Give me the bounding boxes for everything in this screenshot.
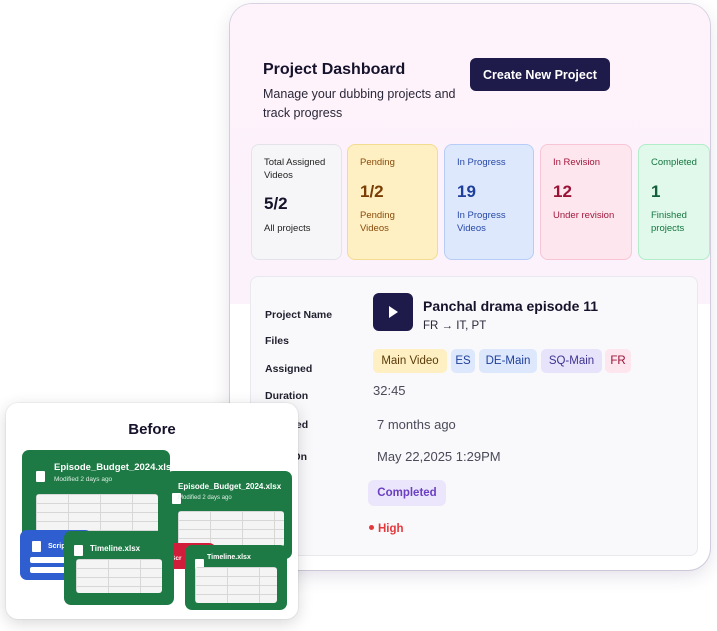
file-modified: Modified 2 days ago bbox=[54, 476, 113, 483]
timeline-file-card: Timeline.xlsx bbox=[185, 545, 287, 610]
stat-label: In Progress bbox=[457, 157, 506, 168]
file-icon bbox=[32, 541, 41, 552]
file-name: Timeline.xlsx bbox=[90, 544, 141, 553]
project-languages: FR → IT, PT bbox=[423, 320, 487, 332]
priority-dot-icon bbox=[369, 525, 374, 530]
label-files: Files bbox=[265, 335, 289, 347]
stat-card-pending[interactable]: Pending 1/2 Pending Videos bbox=[347, 144, 438, 260]
priority-value: High bbox=[378, 523, 404, 535]
project-name: Panchal drama episode 11 bbox=[423, 298, 599, 314]
spreadsheet-grid bbox=[195, 567, 277, 603]
file-icon bbox=[36, 471, 45, 482]
stat-card-completed[interactable]: Completed 1 Finished projects bbox=[638, 144, 710, 260]
stat-label: Pending bbox=[360, 157, 395, 168]
modified-value: 7 months ago bbox=[377, 417, 456, 432]
page-subtitle: Manage your dubbing projects and track p… bbox=[263, 87, 456, 120]
stat-desc: Pending Videos bbox=[360, 210, 395, 234]
dashboard-card: Project Dashboard Manage your dubbing pr… bbox=[230, 4, 710, 570]
file-name: Episode_Budget_2024.xlsx bbox=[178, 482, 282, 491]
before-title: Before bbox=[128, 421, 176, 438]
file-name: Timeline.xlsx bbox=[207, 554, 251, 561]
stat-label: In Revision bbox=[553, 157, 600, 168]
stat-value: 5/2 bbox=[264, 194, 288, 213]
stat-desc: All projects bbox=[264, 222, 311, 234]
priority-indicator: High bbox=[369, 523, 404, 535]
spreadsheet-file-card: Episode_Budget_2024.xlsx Modified 2 days… bbox=[22, 450, 177, 542]
stat-value: 1/2 bbox=[360, 181, 384, 201]
stat-desc: In Progress Videos bbox=[457, 210, 506, 234]
stat-desc: Under revision bbox=[553, 210, 615, 221]
page-title: Project Dashboard bbox=[263, 61, 406, 78]
stat-value: 12 bbox=[553, 181, 572, 201]
project-details-panel: Project Name Files Assigned Duration Mod… bbox=[250, 276, 698, 556]
spreadsheet-grid bbox=[178, 511, 284, 547]
create-new-project-button[interactable]: Create New Project bbox=[470, 58, 610, 91]
status-badge: Completed bbox=[368, 480, 446, 506]
spreadsheet-grid bbox=[36, 494, 158, 534]
timeline-file-card: Timeline.xlsx bbox=[64, 531, 174, 605]
play-icon[interactable] bbox=[373, 293, 413, 331]
stat-label: Total Assigned Videos bbox=[264, 157, 326, 181]
uploaded-value: May 22,2025 1:29PM bbox=[377, 449, 501, 464]
file-name: Episode_Budget_2024.xlsx bbox=[54, 462, 177, 473]
file-modified: Modified 2 days ago bbox=[178, 495, 232, 501]
stat-card-in-progress[interactable]: In Progress 19 In Progress Videos bbox=[444, 144, 534, 260]
stat-value: 19 bbox=[457, 181, 476, 201]
duration-value: 32:45 bbox=[373, 383, 406, 398]
file-tag-fr[interactable]: FR bbox=[605, 349, 631, 373]
file-name: Scrip bbox=[48, 543, 66, 550]
stat-desc: Finished projects bbox=[651, 210, 687, 234]
file-tag-es[interactable]: ES bbox=[451, 349, 475, 373]
stat-value: 1 bbox=[651, 181, 661, 201]
label-assigned: Assigned bbox=[265, 363, 313, 375]
file-tag-main-video[interactable]: Main Video bbox=[373, 349, 447, 373]
file-tag-de-main[interactable]: DE-Main bbox=[479, 349, 537, 373]
label-project-name: Project Name bbox=[265, 309, 333, 321]
spreadsheet-grid bbox=[76, 559, 162, 593]
file-tag-sq-main[interactable]: SQ-Main bbox=[541, 349, 602, 373]
file-icon bbox=[74, 545, 83, 556]
before-card: Before Episode_Budget_2024.xlsx Modified… bbox=[6, 403, 298, 619]
label-duration: Duration bbox=[265, 390, 309, 402]
stat-card-in-revision[interactable]: In Revision 12 Under revision bbox=[540, 144, 632, 260]
stat-card-total[interactable]: Total Assigned Videos 5/2 All projects bbox=[251, 144, 342, 260]
stat-label: Completed bbox=[651, 157, 697, 168]
